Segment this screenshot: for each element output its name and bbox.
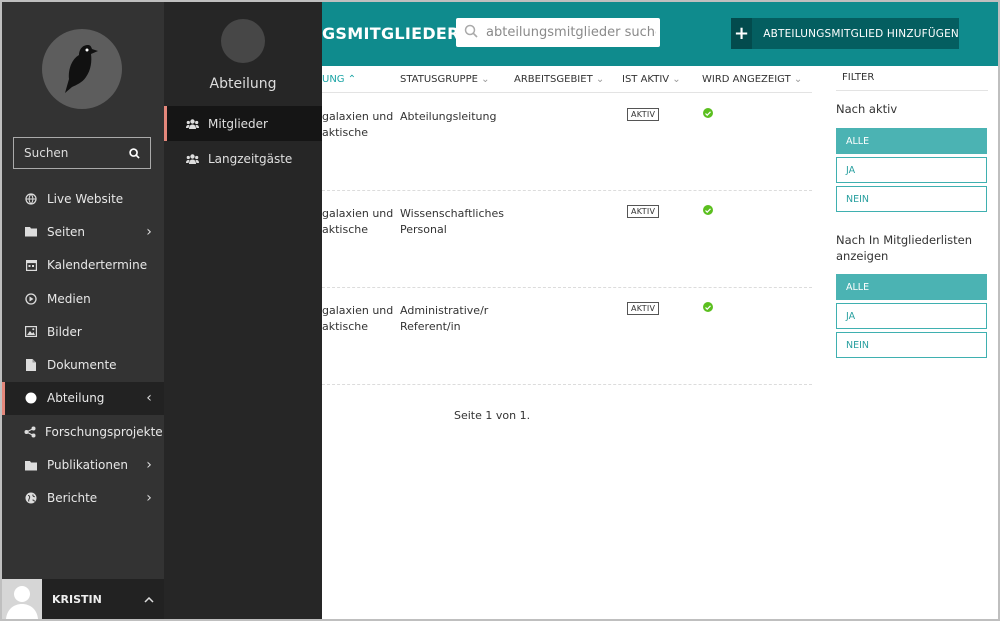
chevron-right-icon[interactable]: ›	[144, 224, 154, 240]
filter-option-ja[interactable]: JA	[836, 303, 987, 329]
sidebar-item-publikationen[interactable]: Publikationen ›	[2, 448, 164, 481]
play-icon	[24, 292, 38, 305]
share-icon	[24, 426, 36, 438]
app-frame: Live Website Seiten › Kalendertermine Me…	[0, 0, 1000, 621]
calendar-icon	[24, 259, 38, 272]
filter-panel: FILTER Nach aktiv ALLE JA NEIN Nach In M…	[836, 66, 988, 361]
check-circle-icon	[703, 205, 713, 215]
add-member-button[interactable]: + ABTEILUNGSMITGLIED HINZUFÜGEN	[731, 18, 959, 49]
chevron-right-icon[interactable]: ›	[144, 457, 154, 473]
filter-option-alle[interactable]: ALLE	[836, 128, 987, 154]
filter-group-label: Nach aktiv	[836, 102, 898, 116]
search-icon	[464, 23, 478, 42]
table-row[interactable]: galaxien und aktische Abteilungsleitung A…	[322, 94, 812, 191]
check-circle-icon	[703, 302, 713, 312]
sidebar-item-berichte[interactable]: Berichte ›	[2, 482, 164, 515]
submenu-list: Mitglieder Langzeitgäste	[164, 106, 322, 176]
chevron-right-icon[interactable]: ›	[144, 490, 154, 506]
chevron-down-icon: ⌄	[481, 74, 490, 85]
image-icon	[24, 326, 38, 338]
filter-heading: FILTER	[836, 66, 988, 91]
page-title: GSMITGLIEDER	[322, 24, 460, 43]
sort-up-icon: ⌃	[347, 74, 357, 85]
filter-group-label: Nach In Mitgliederlisten anzeigen	[836, 233, 973, 263]
column-header-arbeitsgebiet[interactable]: ARBEITSGEBIET ⌄	[514, 74, 604, 85]
cell-statusgruppe: Administrative/r Referent/in	[400, 304, 489, 333]
sidebar-item-bilder[interactable]: Bilder	[2, 315, 164, 348]
table-row[interactable]: galaxien und aktische Administrative/r Ref…	[322, 288, 812, 385]
sidebar-item-abteilung[interactable]: Abteilung ‹	[2, 381, 164, 416]
table-header: UNG ⌃ STATUSGRUPPE ⌄ ARBEITSGEBIET ⌄ IST…	[322, 66, 812, 93]
globe-icon	[24, 492, 38, 504]
chevron-up-icon[interactable]	[134, 592, 164, 606]
chevron-down-icon: ⌄	[672, 74, 681, 85]
abteilung-submenu: Abteilung Mitglieder Langzeitgäste	[164, 2, 322, 619]
main-sidebar: Live Website Seiten › Kalendertermine Me…	[2, 2, 164, 619]
users-icon	[186, 153, 200, 164]
status-badge: AKTIV	[627, 108, 660, 121]
page-header: GSMITGLIEDER + ABTEILUNGSMITGLIED HINZUF…	[322, 2, 998, 66]
filter-option-ja[interactable]: JA	[836, 157, 987, 183]
status-badge: AKTIV	[627, 302, 660, 315]
header-search[interactable]	[456, 18, 660, 47]
folder-icon	[24, 226, 38, 237]
sidebar-item-dokumente[interactable]: Dokumente	[2, 348, 164, 381]
submenu-title: Abteilung	[209, 76, 277, 92]
sidebar-item-seiten[interactable]: Seiten ›	[2, 215, 164, 248]
user-name: KRISTIN	[52, 592, 102, 606]
table-row[interactable]: galaxien und aktische Wissenschaftliches P…	[322, 191, 812, 288]
circle-icon	[24, 392, 38, 404]
document-icon	[24, 359, 38, 372]
search-icon[interactable]	[129, 144, 140, 163]
filter-option-nein[interactable]: NEIN	[836, 332, 987, 358]
cell-abteilung: galaxien und aktische	[322, 304, 394, 333]
pagination-text: Seite 1 von 1.	[454, 409, 531, 422]
status-badge: AKTIV	[627, 205, 660, 218]
bird-logo-icon[interactable]	[42, 29, 122, 109]
column-header-abteilung[interactable]: UNG ⌃	[322, 74, 356, 85]
sidebar-item-medien[interactable]: Medien	[2, 282, 164, 315]
filter-group-anzeigen: Nach In Mitgliederlisten anzeigen ALLE J…	[836, 232, 988, 358]
sidebar-search-input[interactable]	[24, 146, 114, 160]
cell-statusgruppe: Abteilungsleitung	[400, 110, 497, 123]
check-circle-icon	[703, 108, 713, 118]
sidebar-nav: Live Website Seiten › Kalendertermine Me…	[2, 182, 164, 515]
sidebar-search[interactable]	[13, 137, 151, 169]
submenu-item-langzeitgaeste[interactable]: Langzeitgäste	[164, 141, 322, 176]
users-icon	[186, 118, 200, 129]
column-header-wird-angezeigt[interactable]: WIRD ANGEZEIGT ⌄	[702, 74, 802, 85]
avatar	[2, 579, 42, 619]
sidebar-item-forschungsprojekte[interactable]: Forschungsprojekte	[2, 415, 164, 448]
cell-abteilung: galaxien und aktische	[322, 207, 394, 236]
column-header-ist-aktiv[interactable]: IST AKTIV ⌄	[622, 74, 681, 85]
section-avatar	[221, 19, 265, 63]
cell-abteilung: galaxien und aktische	[322, 110, 394, 139]
members-table: UNG ⌃ STATUSGRUPPE ⌄ ARBEITSGEBIET ⌄ IST…	[322, 66, 812, 446]
submenu-item-mitglieder[interactable]: Mitglieder	[164, 106, 322, 141]
column-header-statusgruppe[interactable]: STATUSGRUPPE ⌄	[400, 74, 490, 85]
plus-icon: +	[731, 18, 753, 49]
filter-option-nein[interactable]: NEIN	[836, 186, 987, 212]
sidebar-item-kalendertermine[interactable]: Kalendertermine	[2, 249, 164, 282]
user-menu[interactable]: KRISTIN	[2, 579, 164, 619]
cell-statusgruppe: Wissenschaftliches Personal	[400, 207, 505, 236]
filter-group-aktiv: Nach aktiv ALLE JA NEIN	[836, 101, 988, 212]
members-search-input[interactable]	[486, 25, 656, 40]
sidebar-item-live-website[interactable]: Live Website	[2, 182, 164, 215]
chevron-left-icon[interactable]: ‹	[144, 390, 154, 406]
chevron-down-icon: ⌄	[595, 74, 605, 85]
filter-option-alle[interactable]: ALLE	[836, 274, 987, 300]
chevron-down-icon: ⌄	[793, 74, 803, 85]
folder-icon	[24, 460, 38, 471]
globe-icon	[24, 193, 38, 205]
